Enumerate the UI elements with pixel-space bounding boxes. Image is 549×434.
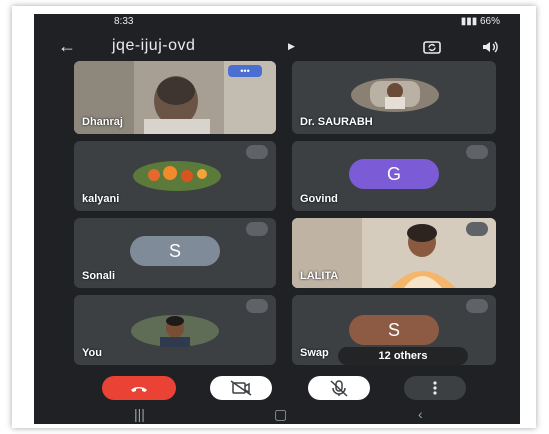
participant-name: kalyani bbox=[82, 193, 120, 205]
speaker-icon[interactable] bbox=[480, 38, 500, 56]
battery-level: 66% bbox=[479, 16, 500, 27]
phone-hangup-icon bbox=[131, 387, 147, 392]
mic-off-icon bbox=[466, 222, 488, 236]
participant-initial: G bbox=[349, 159, 439, 189]
participant-tile[interactable]: Dr. SAURABH bbox=[292, 61, 496, 134]
participant-name: Dr. SAURABH bbox=[300, 116, 373, 128]
mic-off-icon bbox=[246, 145, 268, 159]
participant-avatar bbox=[131, 315, 219, 347]
switch-camera-icon[interactable] bbox=[422, 38, 442, 56]
participant-name: LALITA bbox=[300, 270, 339, 282]
end-call-button[interactable] bbox=[102, 376, 176, 400]
more-vert-icon bbox=[433, 381, 437, 395]
more-options-badge[interactable]: ••• bbox=[228, 65, 262, 77]
participant-tile[interactable]: You bbox=[74, 295, 276, 365]
participant-tile[interactable]: S Sonali bbox=[74, 218, 276, 288]
camera-off-icon bbox=[230, 380, 252, 396]
others-count-badge[interactable]: 12 others bbox=[338, 347, 468, 365]
call-controls bbox=[34, 374, 520, 404]
status-icons: ▮▮▮ 66% bbox=[461, 16, 500, 27]
recents-icon[interactable]: ||| bbox=[134, 406, 145, 422]
more-options-button[interactable] bbox=[404, 376, 466, 400]
status-bar: 8:33 ▮▮▮ 66% bbox=[34, 14, 520, 30]
mic-off-icon bbox=[330, 380, 348, 397]
nav-back-icon[interactable]: ‹ bbox=[418, 406, 423, 422]
status-time: 8:33 bbox=[114, 16, 134, 27]
participant-name: Govind bbox=[300, 193, 338, 205]
mic-off-icon bbox=[466, 145, 488, 159]
back-arrow-icon[interactable]: ← bbox=[58, 36, 76, 56]
mic-toggle-button[interactable] bbox=[308, 376, 370, 400]
meeting-code[interactable]: jqe-ijuj-ovd bbox=[112, 37, 195, 55]
participant-avatar bbox=[133, 161, 221, 191]
call-top-bar: ← jqe-ijuj-ovd ▶ bbox=[34, 30, 520, 64]
camera-toggle-button[interactable] bbox=[210, 376, 272, 400]
participant-name: Swap bbox=[300, 347, 329, 359]
mic-off-icon bbox=[466, 299, 488, 313]
participant-tile[interactable]: G Govind bbox=[292, 141, 496, 211]
mic-off-icon bbox=[246, 299, 268, 313]
android-nav-bar: ||| ▢ ‹ bbox=[34, 406, 520, 424]
participant-tile[interactable]: LALITA bbox=[292, 218, 496, 288]
participant-name: You bbox=[82, 347, 102, 359]
signal-icon: ▮▮▮ bbox=[460, 16, 478, 27]
meet-call-screen: 8:33 ▮▮▮ 66% ← jqe-ijuj-ovd ▶ ••• Dhanra… bbox=[34, 14, 520, 424]
participant-tile[interactable]: ••• Dhanraj bbox=[74, 61, 276, 134]
caret-right-icon[interactable]: ▶ bbox=[288, 41, 295, 52]
participant-name: Dhanraj bbox=[82, 116, 123, 128]
participant-name: Sonali bbox=[82, 270, 116, 282]
participant-tile[interactable]: kalyani bbox=[74, 141, 276, 211]
home-icon[interactable]: ▢ bbox=[274, 406, 287, 423]
participant-initial: S bbox=[349, 315, 439, 345]
participant-avatar bbox=[351, 78, 439, 112]
mic-off-icon bbox=[246, 222, 268, 236]
participant-initial: S bbox=[130, 236, 220, 266]
